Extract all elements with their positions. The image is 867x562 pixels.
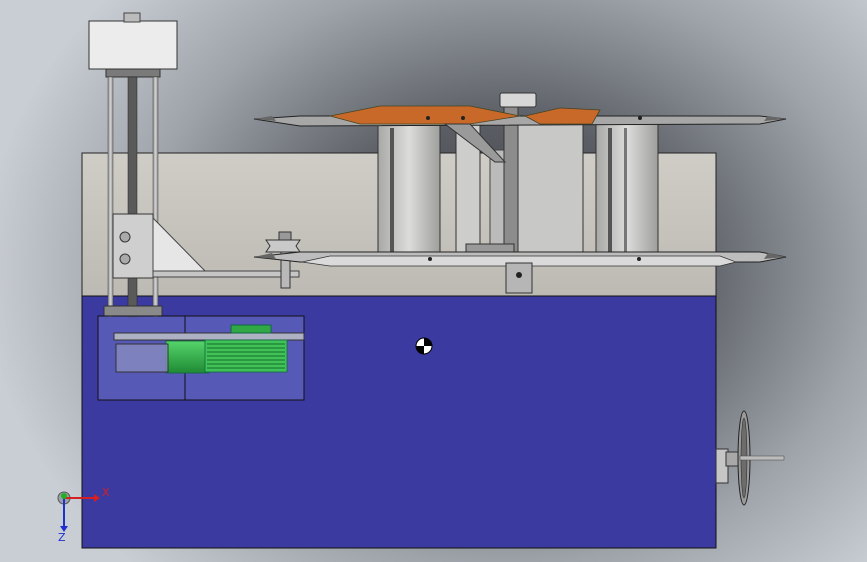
center-of-mass-icon[interactable] [415, 337, 433, 355]
cad-viewport[interactable]: X Y Z [0, 0, 867, 562]
carriage-bolt [119, 231, 131, 243]
lift-bottom-plate[interactable] [103, 305, 163, 317]
carriage-bolt [119, 253, 131, 265]
lift-top-plate[interactable] [105, 68, 161, 78]
lift-guide-rod-left[interactable] [107, 76, 114, 318]
lift-carriage[interactable] [112, 213, 154, 279]
handwheel-icon[interactable] [715, 410, 785, 506]
gearbox-shelf [113, 332, 305, 341]
triad-y-axis [61, 493, 67, 499]
center-shaft[interactable] [503, 103, 519, 255]
top-hub[interactable] [499, 92, 537, 108]
lift-guide-rod-right[interactable] [152, 76, 159, 318]
lift-top-knob[interactable] [123, 12, 141, 23]
lift-screw-rod[interactable] [127, 76, 138, 318]
triad-x-label: X [102, 486, 110, 499]
lift-top-block[interactable] [88, 20, 178, 70]
lift-arm[interactable] [152, 270, 300, 278]
triad-z-label: Z [58, 531, 66, 544]
gearbox-housing[interactable] [97, 315, 305, 401]
support-columns[interactable] [377, 103, 659, 255]
